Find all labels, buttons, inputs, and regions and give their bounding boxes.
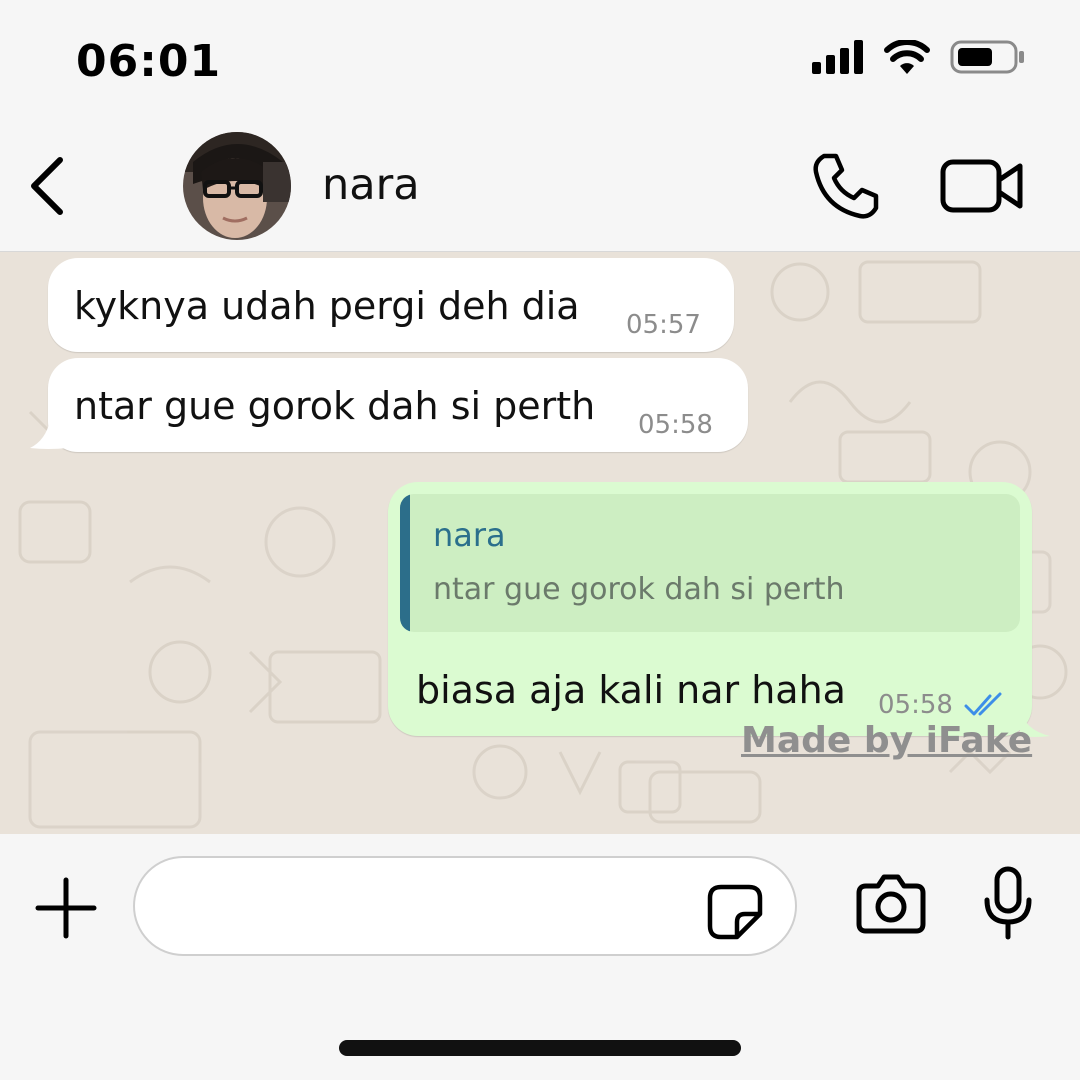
quoted-author: nara [433, 516, 506, 554]
message-outgoing[interactable]: nara ntar gue gorok dah si perth biasa a… [388, 482, 1032, 736]
camera-icon[interactable] [856, 872, 926, 934]
sticker-icon[interactable] [707, 884, 763, 940]
status-time: 06:01 [76, 36, 222, 87]
status-bar: 06:01 [0, 0, 1080, 120]
plus-icon[interactable] [34, 876, 98, 940]
message-text: ntar gue gorok dah si perth [74, 384, 596, 428]
input-bar [0, 834, 1080, 1080]
message-text: kyknya udah pergi deh dia [74, 284, 580, 328]
quoted-message[interactable]: nara ntar gue gorok dah si perth [400, 494, 1020, 632]
bubble-tail [30, 420, 68, 449]
home-indicator[interactable] [339, 1040, 741, 1056]
chevron-left-icon[interactable] [26, 154, 70, 218]
battery-icon [950, 40, 1024, 74]
message-time: 05:58 [878, 690, 953, 720]
wifi-icon [884, 40, 930, 74]
message-incoming[interactable]: ntar gue gorok dah si perth 05:58 [48, 358, 748, 452]
avatar[interactable] [183, 132, 291, 240]
message-text: biasa aja kali nar haha [416, 668, 846, 712]
message-incoming[interactable]: kyknya udah pergi deh dia 05:57 [48, 258, 734, 352]
quote-accent-bar [400, 494, 410, 632]
quoted-text: ntar gue gorok dah si perth [433, 572, 845, 607]
cellular-signal-icon [812, 40, 863, 74]
video-camera-icon[interactable] [940, 156, 1024, 216]
microphone-icon[interactable] [982, 866, 1034, 940]
message-time: 05:57 [626, 310, 701, 340]
contact-name[interactable]: nara [322, 160, 420, 210]
chat-area[interactable]: kyknya udah pergi deh dia 05:57 ntar gue… [0, 252, 1080, 834]
phone-icon[interactable] [810, 150, 882, 222]
chat-header: nara [0, 120, 1080, 252]
status-icons [812, 40, 1026, 74]
message-time: 05:58 [638, 410, 713, 440]
double-check-icon [964, 692, 1002, 716]
message-input[interactable] [133, 856, 797, 956]
watermark-text: Made by iFake [741, 720, 1033, 761]
